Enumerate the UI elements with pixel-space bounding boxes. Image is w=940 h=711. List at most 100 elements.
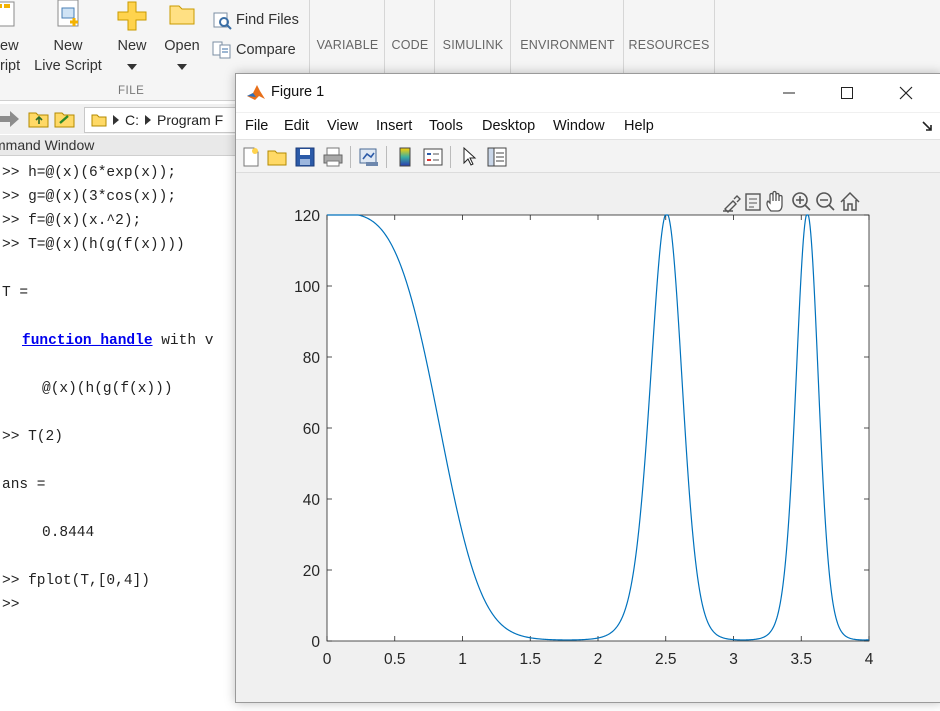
cmd-output-label: ans =: [2, 477, 46, 493]
find-files-icon: [213, 12, 232, 30]
menu-edit[interactable]: Edit: [284, 118, 309, 134]
menu-view[interactable]: View: [327, 118, 358, 134]
live-script-icon: [57, 0, 79, 27]
line-chart[interactable]: 0 0.5 1 1.5 2 2.5 3 3.5 4 0 20 40 60 80 100 120: [236, 173, 940, 701]
y-tick-label: 60: [303, 421, 321, 438]
cmd-line: >> fplot(T,[0,4]): [2, 573, 150, 589]
chevron-down-icon: [127, 64, 137, 70]
x-tick-label: 3: [729, 651, 738, 668]
y-tick-label: 40: [303, 492, 321, 509]
link-plot-icon[interactable]: [358, 146, 380, 168]
property-inspector-icon[interactable]: [486, 146, 508, 168]
minimize-button[interactable]: [769, 79, 809, 107]
new-live-script-label-1: New: [53, 38, 83, 54]
cmd-line: >> g=@(x)(3*cos(x));: [2, 189, 177, 205]
plus-icon: [117, 1, 147, 31]
browse-folder-icon[interactable]: [54, 109, 78, 129]
x-tick-label: 1.5: [519, 651, 541, 668]
up-folder-icon[interactable]: [28, 109, 50, 129]
toolbar-separator: [350, 146, 351, 168]
chevron-down-icon: [177, 64, 187, 70]
x-tick-label: 0: [323, 651, 332, 668]
x-tick-label: 1: [458, 651, 467, 668]
menu-file[interactable]: File: [245, 118, 268, 134]
compare-label: Compare: [236, 42, 296, 58]
cmd-output-text: with v: [152, 333, 214, 349]
folder-icon: [91, 114, 107, 127]
figure-menubar: File Edit View Insert Tools Desktop Wind…: [236, 113, 940, 140]
figure-window[interactable]: Figure 1 File Edit View Insert Tools Des…: [235, 73, 940, 703]
y-tick-label: 120: [294, 208, 320, 225]
toolbar-separator: [450, 146, 451, 168]
maximize-button[interactable]: [827, 79, 867, 107]
x-tick-label: 2.5: [655, 651, 677, 668]
close-icon: [899, 86, 913, 100]
x-tick-label: 0.5: [384, 651, 406, 668]
pointer-icon[interactable]: [458, 146, 480, 168]
find-files-label: Find Files: [236, 12, 299, 28]
x-tick-label: 4: [865, 651, 874, 668]
close-button[interactable]: [886, 79, 926, 107]
dock-arrow-icon[interactable]: [922, 121, 934, 133]
menu-insert[interactable]: Insert: [376, 118, 412, 134]
new-button[interactable]: New: [112, 0, 152, 76]
open-dropdown-arrow[interactable]: [160, 56, 204, 76]
axes-box: [326, 214, 870, 642]
y-tick-label: 80: [303, 350, 321, 367]
folder-icon: [169, 5, 195, 25]
maximize-icon: [841, 87, 853, 99]
new-live-script-label-2: Live Script: [34, 58, 102, 74]
save-icon[interactable]: [294, 146, 316, 168]
compare-button[interactable]: Compare: [212, 40, 296, 60]
cmd-output-value: 0.8444: [42, 525, 95, 541]
cmd-output-value: @(x)(h(g(f(x))): [42, 381, 173, 397]
colorbar-icon[interactable]: [394, 146, 416, 168]
menu-help[interactable]: Help: [624, 118, 654, 134]
x-tick-label: 2: [594, 651, 603, 668]
legend-icon[interactable]: [422, 146, 444, 168]
print-icon[interactable]: [322, 146, 344, 168]
toolbar-separator: [386, 146, 387, 168]
file-section-label: FILE: [118, 85, 145, 97]
new-live-script-button[interactable]: New Live Script: [30, 0, 106, 76]
cmd-line: >> f=@(x)(x.^2);: [2, 213, 142, 229]
forward-arrow-icon[interactable]: [0, 110, 22, 128]
matlab-logo-icon: [247, 85, 265, 100]
new-dropdown-arrow[interactable]: [112, 56, 152, 76]
x-tick-label: 3.5: [790, 651, 812, 668]
cmd-output-line: function_handle with v: [22, 333, 213, 349]
cmd-line: >> h=@(x)(6*exp(x));: [2, 165, 177, 181]
cmd-prompt[interactable]: >>: [2, 597, 19, 613]
menu-window[interactable]: Window: [553, 118, 605, 134]
y-tick-label: 0: [311, 634, 320, 651]
menu-tools[interactable]: Tools: [429, 118, 463, 134]
figure-titlebar[interactable]: Figure 1: [236, 74, 940, 112]
function-handle-link[interactable]: function_handle: [22, 333, 153, 349]
breadcrumb-arrow-icon: [113, 115, 119, 125]
breadcrumb-arrow-icon: [145, 115, 151, 125]
breadcrumb-drive[interactable]: C:: [125, 112, 139, 128]
open-button[interactable]: Open: [160, 0, 204, 76]
new-figure-icon[interactable]: [240, 146, 262, 168]
cmd-output-label: T =: [2, 285, 29, 301]
plot-area[interactable]: 0 0.5 1 1.5 2 2.5 3 3.5 4 0 20 40 60 80 100 120: [236, 173, 940, 701]
figure-toolbar: [236, 140, 940, 173]
minimize-icon: [783, 92, 795, 94]
figure-title: Figure 1: [271, 84, 325, 100]
compare-icon: [212, 41, 231, 59]
new-script-button[interactable]: ew ript: [0, 0, 22, 76]
command-window-title-text: mmand Window: [0, 137, 95, 153]
y-tick-label: 20: [303, 563, 321, 580]
breadcrumb-folder[interactable]: Program F: [157, 112, 223, 128]
menu-desktop[interactable]: Desktop: [482, 118, 535, 134]
cmd-line: >> T(2): [2, 429, 63, 445]
new-label: New: [117, 38, 147, 54]
new-script-icon: [0, 1, 15, 27]
y-tick-label: 100: [294, 279, 320, 296]
find-files-button[interactable]: Find Files: [212, 10, 299, 30]
cmd-line: >> T=@(x)(h(g(f(x)))): [2, 237, 185, 253]
new-script-label-2: ript: [0, 58, 21, 74]
open-file-icon[interactable]: [266, 146, 288, 168]
open-label: Open: [164, 38, 200, 54]
new-script-label-1: ew: [0, 38, 19, 54]
